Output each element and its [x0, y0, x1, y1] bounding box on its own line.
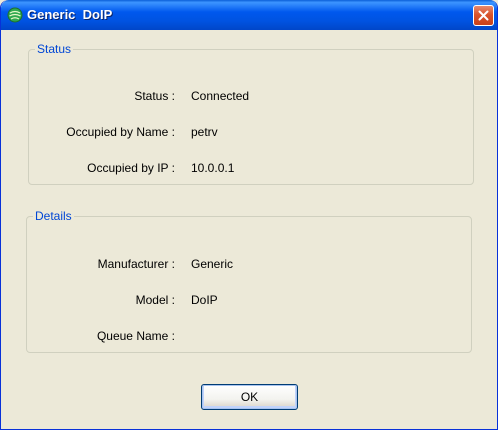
close-button[interactable] [473, 5, 494, 26]
queue-name-label: Queue Name : [96, 329, 175, 343]
manufacturer-label: Manufacturer : [97, 257, 175, 271]
app-globe-icon [7, 7, 23, 23]
status-label: Status : [134, 89, 175, 103]
dialog-client: Status Status : Connected Occupied by Na… [4, 30, 494, 426]
manufacturer-row: Manufacturer : Generic [27, 257, 471, 273]
occupied-name-label: Occupied by Name : [66, 125, 175, 139]
window-title: Generic DoIP [27, 7, 113, 22]
occupied-ip-row: Occupied by IP : 10.0.0.1 [29, 161, 473, 177]
occupied-name-row: Occupied by Name : petrv [29, 125, 473, 141]
dialog-window: Generic DoIP Status Status : Connected O… [0, 0, 498, 430]
details-legend: Details [35, 209, 72, 223]
occupied-ip-value: 10.0.0.1 [191, 161, 235, 175]
ok-button[interactable]: OK [201, 384, 298, 410]
model-value: DoIP [191, 293, 218, 307]
manufacturer-value: Generic [191, 257, 234, 271]
title-bar[interactable]: Generic DoIP [1, 0, 497, 30]
status-group: Status Status : Connected Occupied by Na… [28, 42, 474, 185]
occupied-name-value: petrv [191, 125, 218, 139]
queue-name-row: Queue Name : [27, 329, 471, 345]
status-row: Status : Connected [29, 89, 473, 105]
occupied-ip-label: Occupied by IP : [87, 161, 175, 175]
details-group: Details Manufacturer : Generic Model : D… [26, 209, 472, 353]
close-icon [478, 10, 489, 21]
status-value: Connected [191, 89, 250, 103]
model-row: Model : DoIP [27, 293, 471, 309]
status-legend: Status [37, 42, 72, 56]
model-label: Model : [135, 293, 175, 307]
